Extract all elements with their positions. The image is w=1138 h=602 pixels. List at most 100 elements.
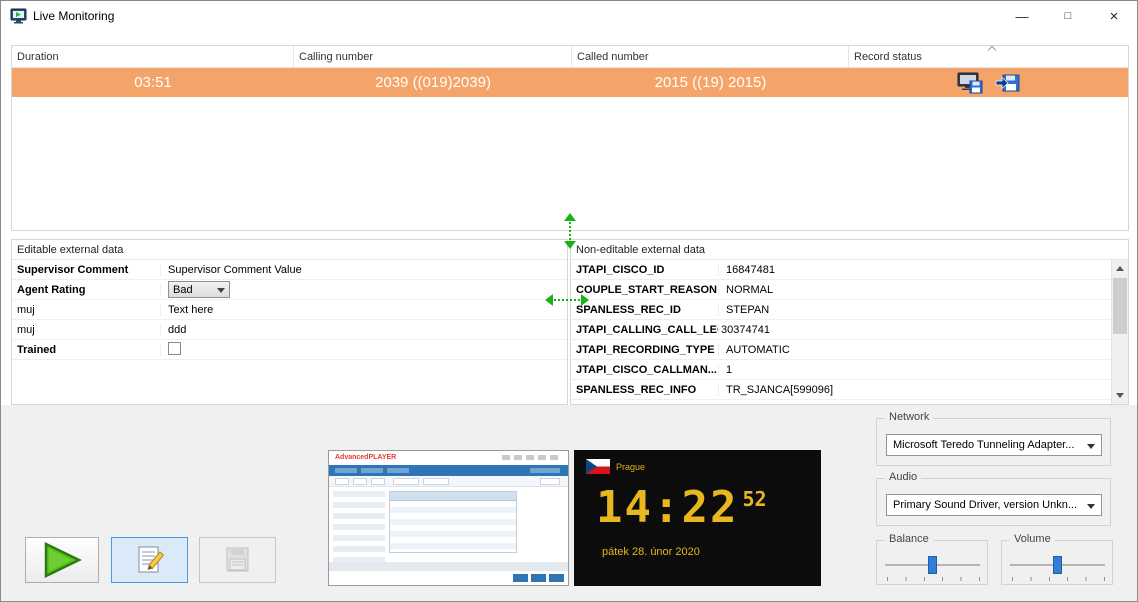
volume-slider-thumb[interactable] — [1053, 556, 1062, 574]
volume-slider[interactable] — [1010, 555, 1105, 581]
data-row: SPANLESS_REC_ID STEPAN — [571, 300, 1111, 320]
clock-hhmm: 14:22 — [596, 484, 738, 532]
screen-record-icon — [957, 72, 983, 94]
agent-rating-selected: Bad — [173, 284, 193, 296]
muj-text-value[interactable]: ddd — [161, 324, 567, 336]
chevron-down-icon — [217, 288, 225, 293]
player-status-strip — [329, 562, 568, 571]
panel-title: Non-editable external data — [571, 240, 1128, 260]
save-button[interactable] — [199, 537, 276, 583]
field-label: muj — [12, 304, 161, 316]
network-adapter-select[interactable]: Microsoft Teredo Tunneling Adapter... — [886, 434, 1102, 456]
key-label: JTAPI_RECORDING_TYPE — [571, 344, 719, 356]
data-row: JTAPI_RECORDING_TYPE AUTOMATIC — [571, 340, 1111, 360]
key-label: COUPLE_START_REASON — [571, 284, 719, 296]
field-label: Trained — [12, 344, 161, 356]
audio-group-label: Audio — [885, 471, 921, 483]
play-icon — [39, 541, 85, 579]
calling-number-cell: 2039 ((019)2039) — [294, 68, 572, 97]
data-row: JTAPI_CISCO_CALLMAN... 1 — [571, 360, 1111, 380]
audio-device-select[interactable]: Primary Sound Driver, version Unkn... — [886, 494, 1102, 516]
field-value: Bad — [161, 281, 567, 298]
key-value: 30374741 — [719, 324, 1111, 336]
key-value: NORMAL — [719, 284, 1111, 296]
scrollbar-thumb[interactable] — [1113, 278, 1127, 334]
close-button[interactable]: × — [1091, 1, 1137, 32]
player-logo: AdvancedPLAYER — [335, 454, 396, 461]
arrow-down-icon — [1116, 393, 1124, 398]
horizontal-splitter-handle[interactable] — [545, 292, 589, 308]
save-icon-disabled — [222, 544, 254, 576]
key-value: 1 — [719, 364, 1111, 376]
slider-ticks — [1012, 577, 1105, 581]
slider-ticks — [887, 577, 980, 581]
clock-seconds: 52 — [742, 488, 766, 510]
edit-notes-button[interactable] — [111, 537, 188, 583]
edit-notes-icon — [134, 544, 166, 576]
trained-checkbox[interactable] — [168, 342, 181, 355]
balance-group: Balance — [876, 540, 988, 585]
agent-rating-select[interactable]: Bad — [168, 281, 230, 298]
data-row: JTAPI_CISCO_ID 16847481 — [571, 260, 1111, 280]
scroll-up-button[interactable] — [1112, 260, 1128, 277]
splitter-arrow-down-icon — [564, 241, 576, 249]
player-menu-decoration — [502, 455, 562, 460]
column-header-called-number[interactable]: Called number — [572, 46, 849, 67]
noneditable-rows: JTAPI_CISCO_ID 16847481 COUPLE_START_REA… — [571, 260, 1111, 404]
editable-data-panel: Editable external data Supervisor Commen… — [11, 239, 568, 405]
vertical-splitter-handle[interactable] — [562, 213, 578, 249]
editable-row: Trained — [12, 340, 567, 360]
field-label: muj — [12, 324, 161, 336]
data-row: COUPLE_START_REASON NORMAL — [571, 280, 1111, 300]
arrow-up-icon — [1116, 266, 1124, 271]
bottom-toolbar-area: AdvancedPLAYER Prague — [1, 405, 1137, 601]
muj-text-value[interactable]: Text here — [161, 304, 567, 316]
key-label: JTAPI_CALLING_CALL_LEG — [571, 324, 719, 336]
player-screenshot-thumbnail[interactable]: AdvancedPLAYER — [328, 450, 569, 586]
column-header-duration[interactable]: Duration — [12, 46, 294, 67]
duration-cell: 03:51 — [12, 68, 294, 97]
key-value: 16847481 — [719, 264, 1111, 276]
splitter-dashed-line — [554, 299, 580, 301]
called-number-cell: 2015 ((19) 2015) — [572, 68, 849, 97]
clock-date: pátek 28. únor 2020 — [602, 546, 700, 558]
clock-time: 14:22 52 — [596, 484, 767, 532]
maximize-button[interactable]: □ — [1045, 1, 1091, 32]
editable-row: muj Text here — [12, 300, 567, 320]
network-adapter-selected: Microsoft Teredo Tunneling Adapter... — [893, 439, 1074, 451]
balance-slider-thumb[interactable] — [928, 556, 937, 574]
audio-device-selected: Primary Sound Driver, version Unkn... — [893, 499, 1077, 511]
sort-indicator-icon — [989, 46, 996, 51]
minimize-button[interactable]: — — [999, 1, 1045, 32]
player-sidebar — [333, 491, 385, 567]
app-icon — [10, 8, 28, 24]
key-label: JTAPI_CISCO_ID — [571, 264, 719, 276]
splitter-dashed-line — [569, 222, 571, 240]
column-header-calling-number[interactable]: Calling number — [294, 46, 572, 67]
czech-flag-icon — [586, 459, 610, 474]
chevron-down-icon — [1087, 504, 1095, 509]
field-label: Supervisor Comment — [12, 264, 161, 276]
supervisor-comment-value[interactable]: Supervisor Comment Value — [161, 264, 567, 276]
call-row[interactable]: 03:51 2039 ((019)2039) 2015 ((19) 2015) — [12, 68, 1128, 97]
scroll-down-button[interactable] — [1112, 387, 1128, 404]
title-bar: Live Monitoring — □ × — [1, 1, 1137, 32]
vertical-scrollbar[interactable] — [1111, 260, 1128, 404]
column-header-record-status[interactable]: Record status — [849, 46, 1128, 67]
player-toolbar — [329, 476, 568, 487]
data-row: SPANLESS_REC_INFO TR_SJANCA[599096] — [571, 380, 1111, 400]
clock-screen-thumbnail[interactable]: Prague 14:22 52 pátek 28. únor 2020 — [574, 450, 821, 586]
key-value: TR_SJANCA[599096] — [719, 384, 1111, 396]
network-group: Network Microsoft Teredo Tunneling Adapt… — [876, 418, 1111, 466]
volume-group-label: Volume — [1010, 533, 1055, 545]
voice-record-icon — [995, 72, 1020, 94]
audio-group: Audio Primary Sound Driver, version Unkn… — [876, 478, 1111, 526]
column-header-label: Record status — [854, 51, 922, 63]
player-footer-buttons — [513, 574, 564, 582]
noneditable-data-panel: Non-editable external data JTAPI_CISCO_I… — [570, 239, 1129, 405]
chevron-down-icon — [1087, 444, 1095, 449]
play-button[interactable] — [25, 537, 99, 583]
balance-slider[interactable] — [885, 555, 980, 581]
network-group-label: Network — [885, 411, 933, 423]
player-nav-bar — [329, 465, 568, 476]
